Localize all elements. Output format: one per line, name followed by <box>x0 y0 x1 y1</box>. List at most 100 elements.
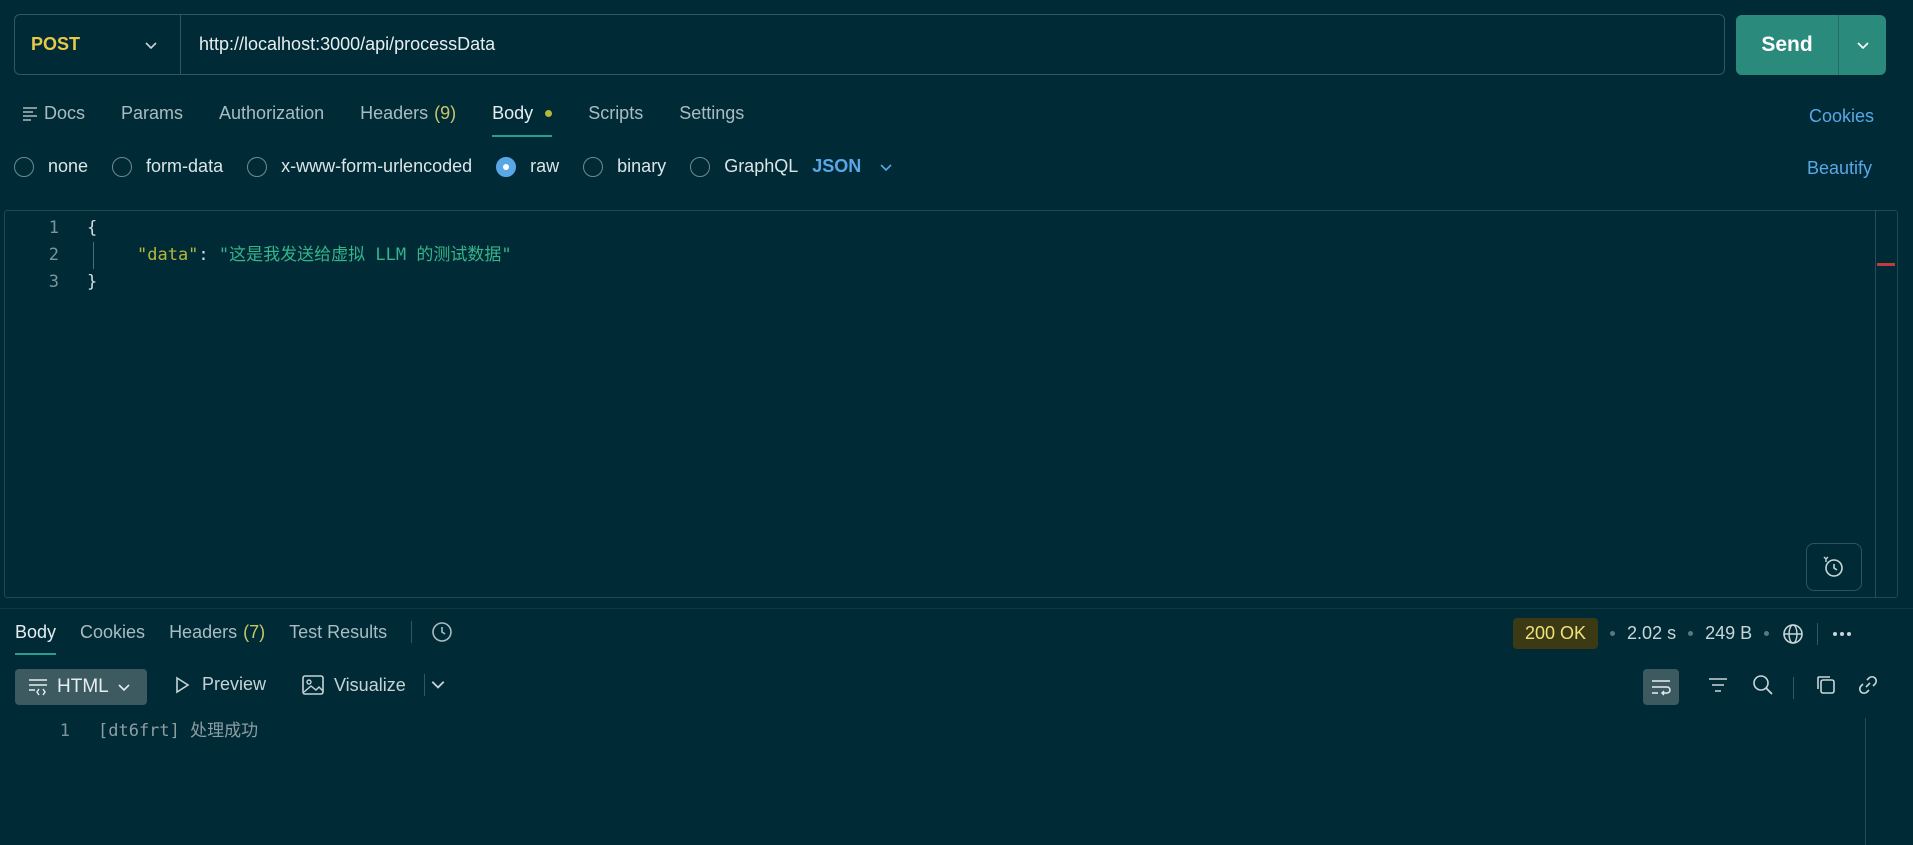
radio-circle <box>690 156 711 177</box>
radio-circle <box>583 156 604 177</box>
docs-icon <box>23 107 37 121</box>
code-icon <box>29 679 47 696</box>
response-size[interactable]: 249 B <box>1705 623 1752 644</box>
ai-assist-button[interactable] <box>1806 543 1862 591</box>
response-scrollbar[interactable] <box>1865 718 1866 845</box>
send-group: Send <box>1736 15 1886 75</box>
copy-icon <box>1817 676 1835 694</box>
editor-line: 2 "data": "这是我发送给虚拟 LLM 的测试数据" <box>5 242 1897 269</box>
radio-urlencoded-label: x-www-form-urlencoded <box>281 156 473 176</box>
link-icon <box>1858 675 1878 695</box>
line-number: 1 <box>48 218 59 238</box>
radio-circle <box>247 156 268 177</box>
preview-label: Preview <box>202 674 267 694</box>
beautify-button[interactable]: Beautify <box>1807 158 1872 179</box>
request-body-editor[interactable]: 1 { 2 "data": "这是我发送给虚拟 LLM 的测试数据" 3 } <box>4 210 1898 598</box>
chevron-down-icon <box>431 681 445 689</box>
send-options-button[interactable] <box>1838 15 1886 75</box>
divider <box>411 621 413 643</box>
url-input[interactable] <box>181 15 1724 74</box>
history-icon <box>432 622 452 642</box>
tab-authorization[interactable]: Authorization <box>219 95 324 131</box>
response-headers-count: (7) <box>243 621 266 642</box>
editor-scrollbar[interactable] <box>1875 210 1876 598</box>
response-time[interactable]: 2.02 s <box>1627 623 1676 644</box>
request-tabs: Docs Params Authorization Headers (9) Bo… <box>22 95 780 137</box>
tab-test-results[interactable]: Test Results <box>289 614 387 650</box>
search-icon <box>1753 675 1773 695</box>
more-icon <box>1833 631 1852 636</box>
tab-docs[interactable]: Docs <box>22 95 85 131</box>
network-info-button[interactable] <box>1781 622 1805 646</box>
chevron-down-icon <box>1856 42 1869 50</box>
chevron-down-icon <box>145 41 157 49</box>
method-select[interactable]: POST <box>15 15 181 74</box>
url-bar: POST <box>14 14 1725 75</box>
tab-headers[interactable]: Headers (9) <box>360 95 456 131</box>
pane-divider[interactable] <box>0 608 1913 609</box>
visualize-button[interactable]: Visualize <box>302 674 425 696</box>
visualize-options-button[interactable] <box>430 676 446 692</box>
image-icon <box>302 675 324 695</box>
radio-graphql-label: GraphQL <box>724 156 799 176</box>
radio-none-label: none <box>48 156 89 176</box>
tab-response-cookies[interactable]: Cookies <box>80 614 145 650</box>
history-button[interactable] <box>430 614 454 650</box>
radio-binary[interactable]: binary <box>583 156 666 177</box>
tab-docs-label: Docs <box>44 102 86 123</box>
active-tab-indicator <box>15 653 57 655</box>
response-body-viewer[interactable]: 1 [dt6frt] 处理成功 <box>48 718 258 745</box>
format-select[interactable]: JSON <box>812 156 893 177</box>
divider <box>1793 677 1794 699</box>
word-wrap-button[interactable] <box>1643 669 1679 705</box>
line-number: 3 <box>48 272 59 292</box>
tab-test-results-label: Test Results <box>289 621 388 642</box>
status-badge[interactable]: 200 OK <box>1513 618 1599 649</box>
tab-scripts[interactable]: Scripts <box>588 95 643 131</box>
copy-button[interactable] <box>1815 674 1837 696</box>
wrap-icon <box>1652 680 1671 696</box>
line-text: } <box>87 272 98 292</box>
search-button[interactable] <box>1752 674 1774 696</box>
tab-response-body[interactable]: Body <box>15 614 57 655</box>
tab-response-headers-label: Headers <box>169 621 238 642</box>
radio-binary-label: binary <box>617 156 667 176</box>
tab-params-label: Params <box>121 102 184 123</box>
response-line: 1 [dt6frt] 处理成功 <box>48 718 258 745</box>
sparkle-icon <box>1823 556 1843 577</box>
editor-line: 1 { <box>5 215 1897 242</box>
tab-settings[interactable]: Settings <box>679 95 744 131</box>
radio-form-data[interactable]: form-data <box>112 156 223 177</box>
filter-button[interactable] <box>1707 674 1729 696</box>
tab-authorization-label: Authorization <box>219 102 325 123</box>
send-button[interactable]: Send <box>1736 15 1838 75</box>
modified-dot <box>545 109 553 117</box>
radio-none[interactable]: none <box>14 156 88 177</box>
radio-raw[interactable]: raw <box>496 156 559 177</box>
response-status: 200 OK 2.02 s 249 B <box>1513 618 1854 649</box>
more-options-button[interactable] <box>1830 622 1854 646</box>
preview-button[interactable]: Preview <box>172 674 266 695</box>
tab-body[interactable]: Body <box>492 95 553 137</box>
separator-dot <box>1610 631 1616 636</box>
json-key: "data" <box>137 245 199 265</box>
response-format-select[interactable]: HTML <box>15 669 147 705</box>
radio-graphql[interactable]: GraphQL <box>690 156 798 177</box>
radio-form-data-label: form-data <box>146 156 224 176</box>
response-format-label: HTML <box>57 676 109 697</box>
tab-params[interactable]: Params <box>121 95 183 131</box>
line-text: { <box>87 218 98 238</box>
editor-line: 3 } <box>5 269 1897 296</box>
active-tab-indicator <box>492 135 553 137</box>
tab-response-headers[interactable]: Headers (7) <box>169 614 265 650</box>
link-button[interactable] <box>1857 674 1879 696</box>
method-label: POST <box>31 34 81 54</box>
response-tabs: Body Cookies Headers (7) Test Results <box>15 614 478 655</box>
line-text: "data": "这是我发送给虚拟 LLM 的测试数据" <box>93 242 512 269</box>
separator-dot <box>1688 631 1694 636</box>
line-number: 1 <box>59 721 70 741</box>
chevron-down-icon <box>880 163 892 171</box>
radio-urlencoded[interactable]: x-www-form-urlencoded <box>247 156 472 177</box>
cookies-link[interactable]: Cookies <box>1809 106 1874 127</box>
headers-count: (9) <box>434 102 457 123</box>
